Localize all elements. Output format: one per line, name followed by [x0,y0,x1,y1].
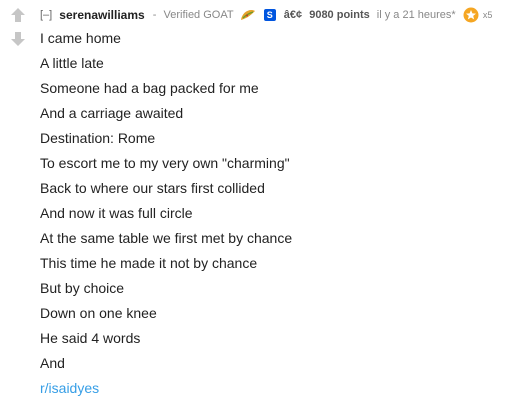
comment-line: At the same table we first met by chance [40,230,293,246]
gold-star-icon[interactable] [463,7,479,23]
timestamp[interactable]: il y a 21 heures* [377,9,456,21]
score: 9080 points [309,9,370,22]
comment-line: Destination: Rome [40,130,156,146]
comment-tagline: [–] serenawilliams - Verified GOAT S â€¢… [40,7,492,23]
comment-line: And now it was full circle [40,205,193,221]
subreddit-link[interactable]: r/isaidyes [40,376,292,401]
comment-line: Someone had a bag packed for me [40,80,259,96]
comment-line: Down on one knee [40,305,157,321]
comment-line: Back to where our stars first collided [40,180,265,196]
author-flair: Verified GOAT [163,9,234,22]
upvote-arrow-icon[interactable] [10,7,26,23]
comment-line: This time he made it not by chance [40,255,258,271]
vote-column [10,7,26,47]
taco-flair-icon [240,10,255,21]
collapse-toggle[interactable]: [–] [40,9,52,21]
submitter-badge[interactable]: S [263,9,276,22]
author-link[interactable]: serenawilliams [59,8,144,22]
comment-line: A little late [40,55,104,71]
comment-line: But by choice [40,280,125,296]
flair-separator: - [152,9,157,22]
comment-line: I came home [40,30,121,46]
comment-body: I came home A little late Someone had a … [40,26,292,401]
comment-line: To escort me to my very own "charming" [40,155,290,171]
comment-line: And [40,355,65,371]
comment-line: And a carriage awaited [40,105,184,121]
downvote-arrow-icon[interactable] [10,31,26,47]
gilded-count: x5 [482,10,493,21]
comment-line: He said 4 words [40,330,141,346]
comment: [–] serenawilliams - Verified GOAT S â€¢… [0,0,513,400]
garbled-bullet: â€¢ [283,9,303,22]
